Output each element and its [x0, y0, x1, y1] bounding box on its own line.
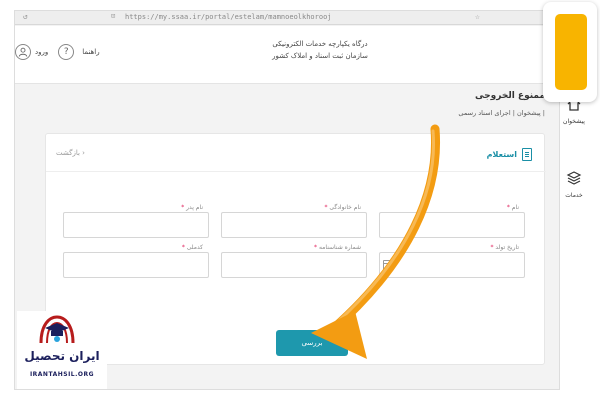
last-name-label: * نام خانوادگی [323, 204, 362, 211]
logo-url: IRANTAHSIL.ORG [29, 371, 95, 378]
brand-line-1: درگاه یکپارچه خدمات الکترونیکی [272, 40, 368, 48]
graduation-cap-icon [39, 315, 75, 344]
back-arrow-icon[interactable]: ↺ [23, 12, 28, 21]
site-header: ورود ? راهنما درگاه یکپارچه خدمات الکترو… [15, 26, 559, 84]
corner-badge [543, 2, 597, 102]
father-name-label-text: نام پدر [186, 204, 203, 211]
first-name-label-text: نام [511, 204, 519, 211]
logo-text: ایران تحصیل [24, 349, 100, 363]
help-icon[interactable]: ? [58, 44, 75, 60]
birth-date-field[interactable]: * تاریخ تولد [379, 244, 525, 278]
breadcrumb[interactable]: پیشخوان | اجرای اسناد رسمی | [395, 109, 545, 117]
back-link[interactable]: بازگشت › [56, 149, 85, 157]
browser-window: ↺ ⊡ https://my.ssaa.ir/portal/estelam/ma… [14, 10, 560, 390]
required-mark: * [490, 244, 494, 251]
birth-date-label-text: تاریخ تولد [495, 244, 519, 251]
star-icon[interactable]: ☆ [475, 12, 480, 21]
search-button[interactable]: بررسی [276, 330, 348, 356]
first-name-label: * نام [505, 204, 520, 211]
id-number-field[interactable]: * شماره شناسنامه [221, 244, 367, 278]
page-title: ممنوع الخروجی [475, 91, 545, 101]
birth-date-label: * تاریخ تولد [489, 244, 520, 251]
layers-icon [566, 171, 582, 185]
user-icon[interactable] [15, 44, 31, 60]
badge-accent [555, 14, 587, 90]
required-mark: * [314, 244, 318, 251]
inquiry-card: استعلام بازگشت › * نام * نام خانوادگی * … [45, 133, 546, 365]
url-text[interactable]: https://my.ssaa.ir/portal/estelam/mamnoe… [125, 13, 332, 21]
national-code-label: * کدملی [180, 244, 204, 251]
required-mark: * [181, 244, 185, 251]
brand-logo: ایران تحصیل IRANTAHSIL.ORG [17, 311, 107, 389]
sidebar-item-services[interactable]: خدمات [559, 170, 589, 199]
card-header: استعلام بازگشت › [46, 134, 546, 172]
card-title: استعلام [487, 148, 532, 161]
national-code-field[interactable]: * کدملی [63, 244, 209, 278]
last-name-label-text: نام خانوادگی [329, 204, 361, 211]
brand-line-2: سازمان ثبت اسناد و املاک کشور [272, 52, 368, 60]
login-help-group: ورود ? راهنما [15, 44, 100, 60]
father-name-field[interactable]: * نام پدر [63, 204, 209, 238]
national-code-label-text: کدملی [186, 244, 203, 251]
login-label[interactable]: ورود [35, 48, 48, 56]
lock-icon: ⊡ [111, 12, 116, 20]
sidebar: پیشخوان خدمات [545, 96, 600, 226]
help-label[interactable]: راهنما [82, 48, 99, 56]
id-number-label: * شماره شناسنامه [313, 244, 362, 251]
address-bar[interactable]: ↺ ⊡ https://my.ssaa.ir/portal/estelam/ma… [15, 11, 559, 25]
required-mark: * [324, 204, 328, 211]
document-icon [522, 148, 532, 161]
first-name-field[interactable]: * نام [379, 204, 525, 238]
required-mark: * [181, 204, 185, 211]
sidebar-item-label: خدمات [565, 192, 583, 199]
sidebar-item-label: پیشخوان [563, 118, 585, 125]
card-title-label: استعلام [486, 150, 517, 159]
site-brand: درگاه یکپارچه خدمات الکترونیکی سازمان ثب… [255, 38, 385, 62]
father-name-label: * نام پدر [180, 204, 204, 211]
calendar-icon[interactable] [383, 260, 393, 270]
last-name-field[interactable]: * نام خانوادگی [221, 204, 367, 238]
required-mark: * [506, 204, 510, 211]
id-number-label-text: شماره شناسنامه [318, 244, 361, 251]
